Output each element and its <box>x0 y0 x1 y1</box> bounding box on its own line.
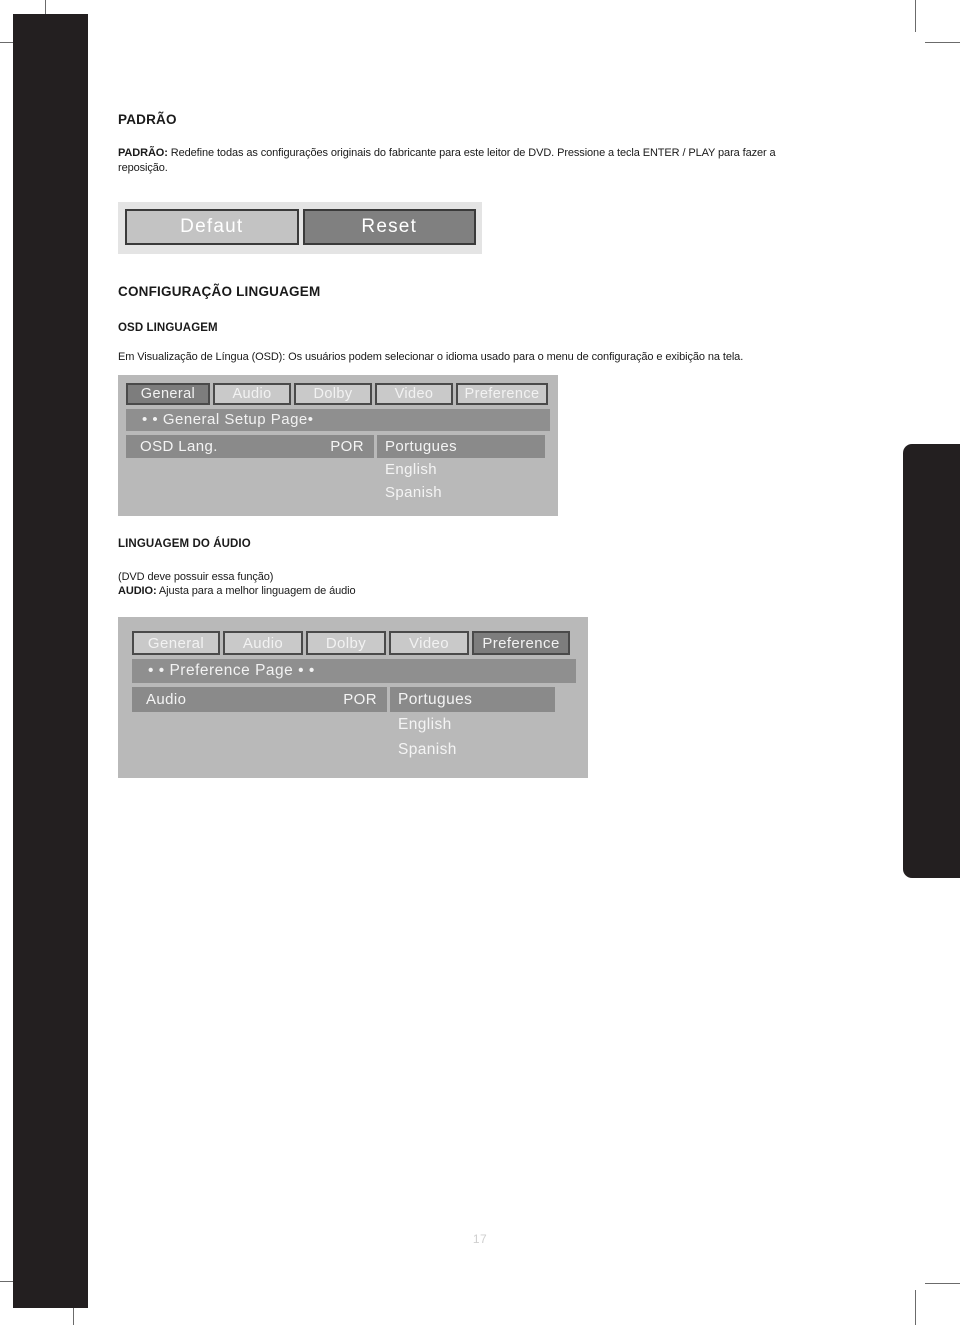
audio-description-text: Ajusta para a melhor linguagem de áudio <box>156 585 356 598</box>
audio-lang-choice-portugues[interactable]: Portugues <box>390 687 555 713</box>
tab-preference[interactable]: Preference <box>456 382 548 405</box>
pref-tab-dolby-label: Dolby <box>325 634 367 652</box>
general-setup-osd-screenshot: General Audio Dolby Video Preference • •… <box>118 374 558 516</box>
crop-mark-top-right-horizontal <box>925 42 960 43</box>
audio-lang-option-name: Audio <box>146 691 187 709</box>
preference-tab-row: General Audio Dolby Video Preference <box>132 631 576 656</box>
tab-dolby-label: Dolby <box>313 385 353 402</box>
audio-lang-option[interactable]: Audio POR <box>132 687 387 713</box>
osd-lang-option-name: OSD Lang. <box>140 437 218 455</box>
crop-mark-bottom-right-horizontal <box>925 1283 960 1284</box>
osd-lang-choice-spanish[interactable]: Spanish <box>377 481 545 504</box>
audio-lang-choice-list: Portugues English Spanish <box>390 687 555 762</box>
tab-audio[interactable]: Audio <box>213 382 291 405</box>
audio-lang-choice-english-label: English <box>398 715 452 733</box>
osd-reset-button[interactable]: Reset <box>302 208 476 245</box>
audio-lang-option-value: POR <box>343 691 377 709</box>
general-setup-page-bar: • • General Setup Page• <box>126 408 550 431</box>
audio-lang-choice-spanish-label: Spanish <box>398 740 457 758</box>
osd-linguagem-description: Em Visualização de Língua (OSD): Os usuá… <box>118 350 744 363</box>
tab-audio-label: Audio <box>232 385 272 402</box>
section-heading-linguagem-do-audio: LINGUAGEM DO ÁUDIO <box>118 537 251 550</box>
right-bleed-bar <box>903 444 960 878</box>
osd-lang-choice-english[interactable]: English <box>377 458 545 481</box>
page-number: 17 <box>472 1232 488 1246</box>
audio-lang-choice-spanish[interactable]: Spanish <box>390 737 555 762</box>
pref-tab-audio-label: Audio <box>242 634 284 652</box>
tab-general-label: General <box>140 385 196 402</box>
audio-description: AUDIO: Ajusta para a melhor linguagem de… <box>118 584 818 599</box>
general-setup-option-row: OSD Lang. POR Portugues English Spanish <box>126 434 550 504</box>
osd-lang-option-value: POR <box>330 437 364 455</box>
tab-preference-label: Preference <box>464 385 540 402</box>
tab-video-label: Video <box>394 385 434 402</box>
osd-defaut-button[interactable]: Defaut <box>125 208 299 245</box>
manual-page: PADRÃO PADRÃO: Redefine todas as configu… <box>0 0 960 1325</box>
crop-mark-bottom-right-vertical <box>915 1290 916 1325</box>
sub-heading-osd-linguagem: OSD LINGUAGEM <box>118 322 218 335</box>
padrao-description-text: Redefine todas as configurações originai… <box>118 147 776 175</box>
padrao-description: PADRÃO: Redefine todas as configurações … <box>118 146 818 176</box>
osd-lang-choice-spanish-label: Spanish <box>385 483 443 501</box>
osd-lang-choice-portugues[interactable]: Portugues <box>377 434 545 458</box>
audio-lang-choice-portugues-label: Portugues <box>398 690 473 708</box>
left-bleed-bar <box>13 14 88 1308</box>
padrao-description-label: PADRÃO: <box>118 147 168 160</box>
pref-tab-general[interactable]: General <box>132 631 220 656</box>
pref-tab-preference[interactable]: Preference <box>472 631 570 656</box>
pref-tab-video[interactable]: Video <box>389 631 469 656</box>
osd-reset-button-label: Reset <box>361 215 418 237</box>
osd-defaut-button-label: Defaut <box>180 215 244 237</box>
general-setup-tab-row: General Audio Dolby Video Preference <box>126 382 550 405</box>
audio-note: (DVD deve possuir essa função) <box>118 570 274 583</box>
default-reset-osd-screenshot: Defaut Reset <box>118 201 482 254</box>
tab-video[interactable]: Video <box>375 382 453 405</box>
audio-lang-choice-english[interactable]: English <box>390 712 555 737</box>
osd-lang-choice-english-label: English <box>385 460 437 478</box>
pref-tab-video-label: Video <box>408 634 450 652</box>
tab-general[interactable]: General <box>126 382 210 405</box>
preference-page-bar: • • Preference Page • • <box>132 659 576 684</box>
pref-tab-general-label: General <box>147 634 205 652</box>
pref-tab-preference-label: Preference <box>482 634 560 652</box>
section-heading-padrao: PADRÃO <box>118 112 177 127</box>
pref-tab-audio[interactable]: Audio <box>223 631 303 656</box>
preference-option-row: Audio POR Portugues English Spanish <box>132 687 576 762</box>
crop-mark-top-right-vertical <box>915 0 916 32</box>
osd-lang-choice-list: Portugues English Spanish <box>377 434 545 504</box>
osd-lang-option[interactable]: OSD Lang. POR <box>126 434 374 458</box>
section-heading-configuracao-linguagem: CONFIGURAÇÃO LINGUAGEM <box>118 283 321 299</box>
tab-dolby[interactable]: Dolby <box>294 382 372 405</box>
osd-lang-choice-portugues-label: Portugues <box>385 437 457 455</box>
pref-tab-dolby[interactable]: Dolby <box>306 631 386 656</box>
page-content: PADRÃO PADRÃO: Redefine todas as configu… <box>118 112 818 779</box>
preference-osd-screenshot: General Audio Dolby Video Preference • •… <box>118 617 588 779</box>
audio-description-label: AUDIO: <box>118 585 157 598</box>
